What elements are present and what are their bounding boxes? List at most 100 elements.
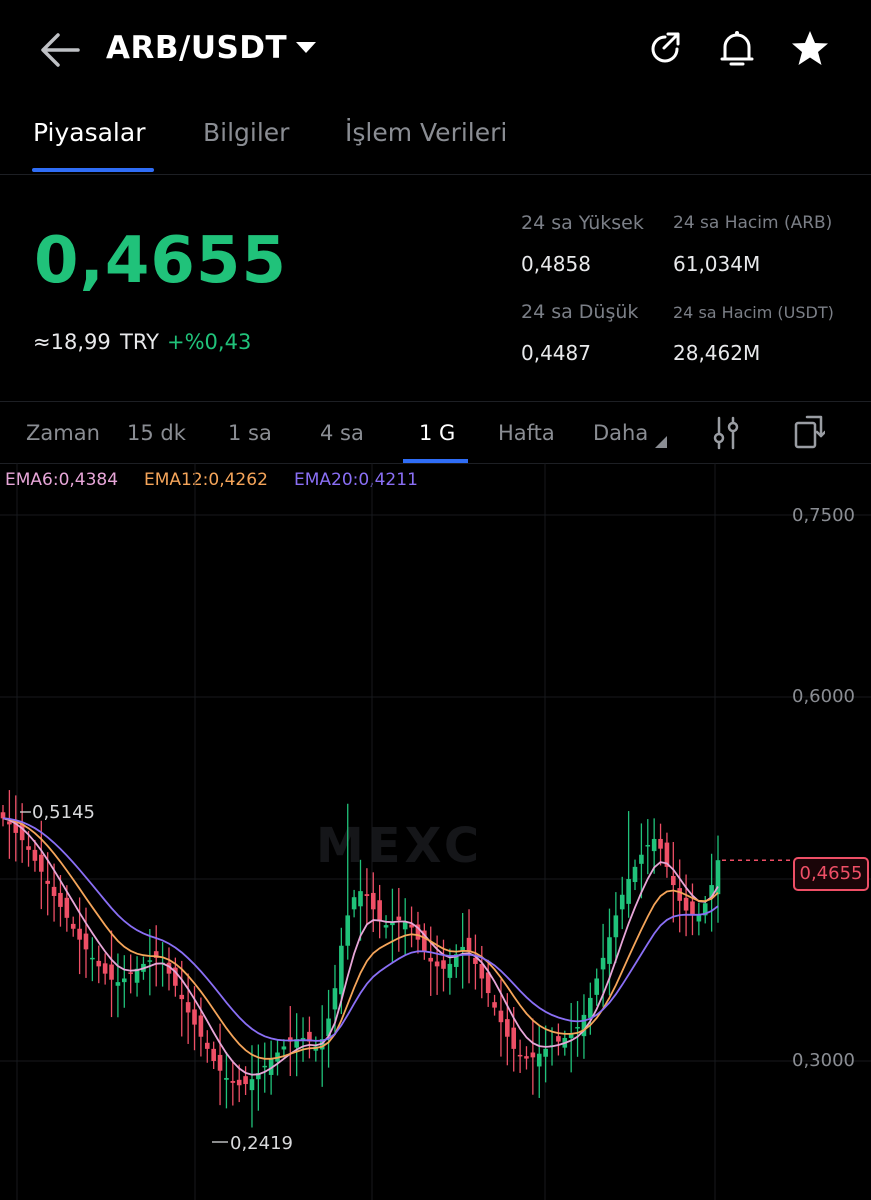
candle-body	[619, 894, 625, 910]
high-annotation: 0,5145	[32, 802, 95, 823]
candle-body	[377, 900, 382, 922]
tab-bilgiler[interactable]: Bilgiler	[203, 118, 289, 147]
vol-arb-label: 24 sa Hacim (ARB)	[673, 213, 833, 233]
candle-body	[543, 1048, 548, 1057]
candle-body	[300, 1037, 306, 1040]
candle-body	[332, 988, 338, 1010]
landscape-rotate-icon[interactable]	[793, 414, 825, 450]
candle-body	[651, 838, 657, 852]
candle-body	[441, 960, 446, 969]
candle-body	[511, 1027, 517, 1049]
candle-body	[185, 1002, 191, 1013]
candle-body	[390, 922, 395, 926]
timeframe-4sa[interactable]: 4 sa	[320, 421, 364, 445]
candle-body	[568, 1034, 574, 1038]
candle-body	[90, 957, 95, 960]
candle-body	[530, 1052, 536, 1058]
low-annotation: 0,2419	[230, 1133, 293, 1154]
candle-body	[690, 901, 695, 916]
tab-islem-verileri[interactable]: İşlem Verileri	[345, 118, 507, 147]
price-change: +%0,43	[167, 330, 252, 354]
candle-body	[45, 880, 50, 884]
candle-body	[249, 1079, 255, 1091]
high-24h-label: 24 sa Yüksek	[521, 212, 644, 234]
candle-body	[613, 915, 619, 938]
candle-body	[683, 897, 689, 911]
timeframe-hafta[interactable]: Hafta	[498, 421, 555, 445]
candle-body	[524, 1056, 529, 1059]
candle-body	[83, 933, 89, 950]
last-price: 0,4655	[34, 224, 287, 298]
candle-body	[466, 937, 472, 952]
candle-body	[211, 1048, 216, 1061]
candle-body	[645, 845, 651, 847]
candle-body	[364, 894, 370, 896]
high-24h-value: 0,4858	[521, 252, 591, 276]
candle-body	[198, 1015, 204, 1037]
candle-body	[358, 891, 363, 907]
tab-piyasalar[interactable]: Piyasalar	[33, 118, 145, 147]
candle-body	[396, 916, 402, 921]
fiat-approx: ≈18,99	[33, 330, 111, 354]
candle-body	[339, 945, 344, 995]
candle-body	[147, 960, 153, 962]
active-tab-indicator	[32, 168, 154, 172]
bell-icon[interactable]	[718, 28, 756, 70]
timeframe-zaman[interactable]: Zaman	[26, 421, 100, 445]
candle-body	[639, 854, 644, 864]
daha-corner-icon	[655, 436, 667, 448]
star-icon[interactable]	[790, 29, 830, 67]
candle-body	[281, 1046, 287, 1050]
candle-body	[447, 963, 453, 978]
candle-body	[536, 1053, 542, 1067]
pair-title[interactable]: ARB/USDT	[106, 30, 287, 66]
candle-body	[121, 978, 127, 983]
candle-body	[230, 1081, 236, 1083]
candle-body	[192, 1009, 197, 1025]
candle-body	[102, 963, 108, 974]
back-arrow-icon[interactable]	[38, 30, 82, 70]
candle-body	[370, 892, 376, 910]
tabs-divider	[0, 174, 871, 175]
candle-body	[671, 875, 676, 886]
candle-body	[179, 994, 185, 1000]
refresh-share-icon[interactable]	[646, 30, 684, 68]
candle-body	[632, 866, 638, 883]
candle-body	[204, 1042, 210, 1049]
timeframe-1g[interactable]: 1 G	[419, 421, 455, 445]
candle-body	[607, 937, 612, 964]
vol-usdt-value: 28,462M	[673, 341, 761, 365]
candle-body	[626, 879, 631, 904]
candle-body	[658, 838, 663, 849]
candle-body	[492, 1002, 497, 1008]
candle-body	[224, 1077, 229, 1080]
candle-body	[677, 888, 682, 901]
candle-body	[217, 1054, 223, 1071]
candle-body	[77, 928, 82, 940]
candle-body	[236, 1079, 242, 1086]
low-24h-label: 24 sa Düşük	[521, 301, 639, 323]
candle-body	[39, 854, 44, 872]
candle-body	[588, 997, 593, 1018]
candle-body	[505, 1019, 510, 1037]
candle-body	[345, 915, 351, 946]
y-tick-label: 0,3000	[792, 1050, 855, 1071]
candle-body	[594, 978, 600, 995]
timeframe-1sa[interactable]: 1 sa	[228, 421, 272, 445]
candle-body	[556, 1036, 561, 1042]
y-tick-label: 0,6000	[792, 686, 855, 707]
candle-body	[351, 897, 357, 910]
timeframe-top-divider	[0, 401, 871, 402]
candle-body	[498, 1010, 504, 1023]
vol-arb-value: 61,034M	[673, 252, 761, 276]
candle-body	[428, 957, 434, 962]
timeframe-15dk[interactable]: 15 dk	[127, 421, 186, 445]
candle-body	[243, 1076, 248, 1085]
timeframe-daha[interactable]: Daha	[593, 421, 648, 445]
indicator-settings-icon[interactable]	[711, 416, 741, 450]
candle-body	[58, 892, 63, 907]
candlestick-chart[interactable]	[0, 463, 871, 1200]
candle-body	[383, 925, 389, 928]
chevron-down-icon[interactable]	[296, 42, 316, 53]
candle-body	[64, 897, 70, 918]
